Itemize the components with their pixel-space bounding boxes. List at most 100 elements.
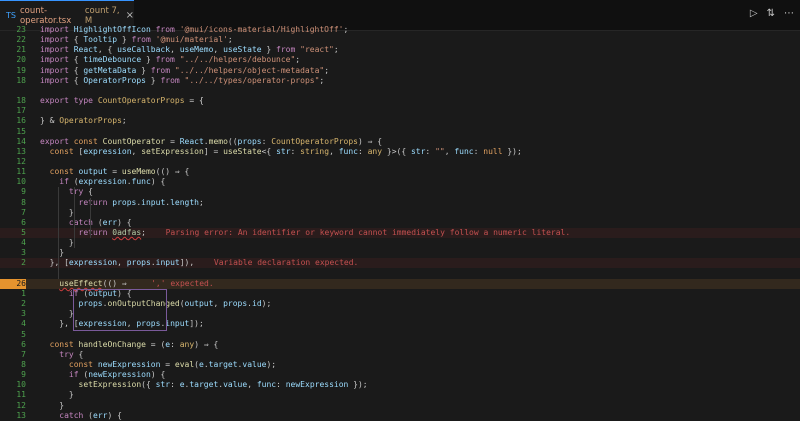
code-line[interactable]: 11 } <box>0 390 800 400</box>
code-token: ) { <box>107 410 122 420</box>
code-line[interactable]: 16 } & OperatorProps; <box>0 116 800 126</box>
code-editor[interactable]: 23 import HighlightOffIcon from '@mui/ico… <box>0 21 800 421</box>
code-line[interactable]: 18 export type CountOperatorProps = { <box>0 96 800 106</box>
line-number: 11 <box>16 390 26 400</box>
indent-guide <box>90 197 91 239</box>
code-token: : <box>357 146 368 156</box>
code-text: return props.input.length; <box>40 198 204 208</box>
code-line[interactable]: 8 return props.input.length; <box>0 198 800 208</box>
code-token: ; <box>319 75 325 85</box>
code-line[interactable]: 6 const handleOnChange = (e: any) ⇒ { <box>0 340 800 350</box>
code-token: const <box>73 136 103 146</box>
code-token: "../../types/operator-props" <box>184 75 320 85</box>
code-token: CountOperator <box>102 136 166 146</box>
code-line[interactable]: 10 if (expression.func) { <box>0 177 800 187</box>
split-icon[interactable]: ⇅ <box>767 8 775 19</box>
code-line[interactable]: 10 setExpression({ str: e.target.value, … <box>0 380 800 390</box>
code-line[interactable]: 26 useEffect(() ⇒ ',' expected. <box>0 278 800 289</box>
code-token: ; <box>121 116 127 126</box>
line-number: 12 <box>16 400 26 410</box>
code-token: from <box>276 45 301 55</box>
code-token: } <box>141 55 156 65</box>
code-token: ; <box>333 45 339 55</box>
line-number: 3 <box>21 248 26 258</box>
code-line[interactable]: 6 catch (err) { <box>0 218 800 228</box>
code-token: getMetaData <box>83 65 137 75</box>
code-token: string <box>300 146 330 156</box>
code-line[interactable]: 22 import { Tooltip } from '@mui/material… <box>0 35 800 45</box>
code-line[interactable]: 14 export const CountOperator = React.mem… <box>0 137 800 147</box>
code-line[interactable]: 9 try { <box>0 187 800 197</box>
code-token: useMemo <box>121 167 156 177</box>
code-line[interactable]: 3 } <box>0 248 800 258</box>
code-line[interactable]: 20 import { timeDebounce } from "../../he… <box>0 55 800 65</box>
code-token: ; <box>141 228 146 237</box>
code-token: React <box>179 136 204 146</box>
code-text: export const CountOperator = React.memo(… <box>40 137 382 147</box>
code-token: useEffect <box>59 278 103 288</box>
code-token: output <box>184 299 214 309</box>
run-icon[interactable]: ▷ <box>750 8 758 19</box>
code-token: : <box>276 380 286 390</box>
code-line[interactable]: 11 const output = useMemo(() ⇒ { <box>0 167 800 177</box>
close-icon[interactable]: × <box>126 10 134 21</box>
code-line[interactable]: 12 <box>0 157 800 167</box>
line-number: 12 <box>16 156 26 166</box>
code-token: ; <box>227 35 233 45</box>
code-line[interactable]: 7 try { <box>0 350 800 360</box>
code-token: any <box>179 339 195 349</box>
code-token: } & <box>40 116 60 126</box>
code-line[interactable]: 9 if (newExpression) { <box>0 370 800 380</box>
line-number: 9 <box>21 187 26 197</box>
code-token: : <box>170 380 180 390</box>
code-token: import <box>40 65 74 75</box>
code-line[interactable]: 7 } <box>0 208 800 218</box>
more-icon[interactable]: ⋯ <box>784 8 794 19</box>
code-text: const output = useMemo(() ⇒ { <box>40 167 190 177</box>
code-line[interactable]: 18 import { OperatorProps } from "../../t… <box>0 76 800 86</box>
code-token: ) { <box>150 177 166 187</box>
code-line[interactable]: 21 import React, { useCallback, useMemo, … <box>0 45 800 55</box>
code-line[interactable]: 23 import HighlightOffIcon from '@mui/ico… <box>0 25 800 35</box>
code-token: "../../helpers/debounce" <box>179 55 296 65</box>
code-token: ) ⇒ { <box>357 136 383 146</box>
code-line[interactable]: 8 const newExpression = eval(e.target.va… <box>0 360 800 370</box>
line-number: 19 <box>16 65 26 75</box>
line-number: 5 <box>21 329 26 339</box>
code-token: } <box>261 45 277 55</box>
code-token: type <box>73 96 98 106</box>
line-number: 16 <box>16 116 26 126</box>
code-token: try <box>68 187 89 197</box>
code-token: export <box>40 136 74 146</box>
code-token: 0adfas <box>112 228 142 237</box>
code-token: : <box>473 146 484 156</box>
code-line[interactable] <box>0 86 800 96</box>
line-number: 18 <box>16 96 26 106</box>
code-token: newExpression <box>285 380 349 390</box>
code-text: import React, { useCallback, useMemo, us… <box>40 45 339 55</box>
code-line[interactable]: 13 catch (err) { <box>0 411 800 421</box>
code-line[interactable]: 19 import { getMetaData } from "../../hel… <box>0 66 800 76</box>
code-line[interactable]: 2 }, [expression, props.input]), Variable… <box>0 258 800 269</box>
code-text: } <box>40 248 64 258</box>
code-line[interactable]: 4 } <box>0 238 800 248</box>
code-line[interactable]: 12 } <box>0 401 800 411</box>
code-token: { <box>73 65 84 75</box>
code-line[interactable] <box>0 269 800 279</box>
code-token: props <box>112 197 137 207</box>
code-token: setExpression <box>141 146 204 156</box>
code-token: value <box>242 359 267 369</box>
code-token: } <box>145 75 161 85</box>
code-token: null <box>483 146 503 156</box>
code-text: export type CountOperatorProps = { <box>40 96 204 106</box>
code-line[interactable]: 13 const [expression, setExpression] = u… <box>0 147 800 157</box>
code-line[interactable]: 17 <box>0 106 800 116</box>
code-line[interactable]: 5 return 0adfas; Parsing error: An identi… <box>0 228 800 238</box>
code-line[interactable]: 15 <box>0 127 800 137</box>
code-token: err <box>102 217 118 227</box>
code-token: OperatorProps <box>59 116 122 126</box>
